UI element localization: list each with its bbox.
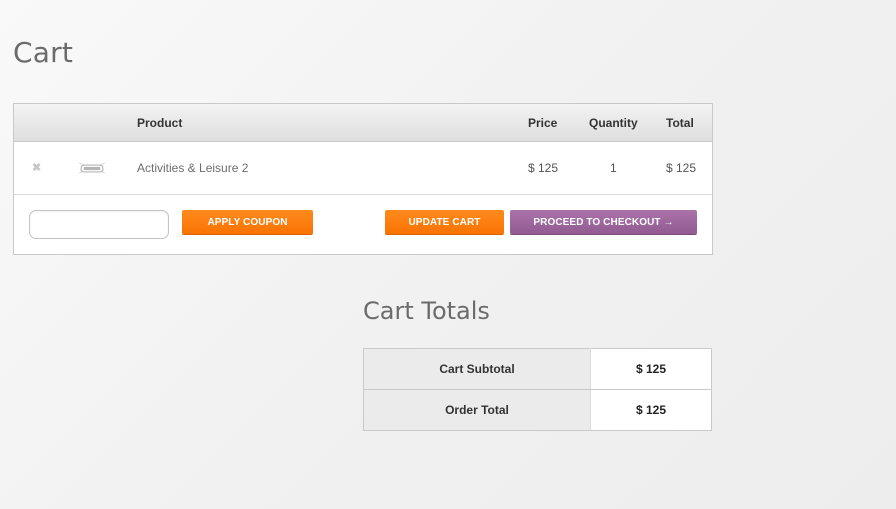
coupon-input[interactable] (29, 210, 169, 239)
page-title: Cart (13, 36, 73, 69)
totals-row-order-total: Order Total $ 125 (363, 389, 712, 431)
cart-totals-table: Cart Subtotal $ 125 Order Total $ 125 (363, 348, 712, 431)
totals-row-subtotal: Cart Subtotal $ 125 (363, 348, 712, 390)
product-price: $ 125 (528, 161, 559, 175)
cart-subtotal-value: $ 125 (590, 348, 712, 390)
product-name-link[interactable]: Activities & Leisure 2 (137, 161, 248, 175)
column-header-product: Product (137, 116, 183, 130)
apply-coupon-button[interactable]: Apply Coupon (182, 210, 313, 234)
cart-table-header: Product Price Quantity Total (14, 104, 712, 142)
column-header-quantity: Quantity (589, 116, 638, 130)
close-icon[interactable]: ✖ (32, 161, 41, 174)
product-total: $ 125 (666, 161, 697, 175)
product-quantity: 1 (610, 161, 617, 175)
cart-totals-title: Cart Totals (363, 297, 490, 325)
cart-subtotal-label: Cart Subtotal (363, 348, 591, 390)
update-cart-button[interactable]: Update Cart (385, 210, 504, 234)
proceed-to-checkout-button[interactable]: Proceed to Checkout → (510, 210, 697, 234)
column-header-price: Price (528, 116, 558, 130)
column-header-total: Total (666, 116, 694, 130)
cart-actions: Apply Coupon Update Cart Proceed to Chec… (14, 195, 712, 255)
order-total-value: $ 125 (590, 389, 712, 431)
cart-table: Product Price Quantity Total ✖ Activitie… (13, 103, 713, 255)
product-thumbnail[interactable] (76, 157, 108, 179)
order-total-label: Order Total (363, 389, 591, 431)
cart-item-row: ✖ Activities & Leisure 2 $ 125 1 $ 125 (14, 142, 712, 195)
